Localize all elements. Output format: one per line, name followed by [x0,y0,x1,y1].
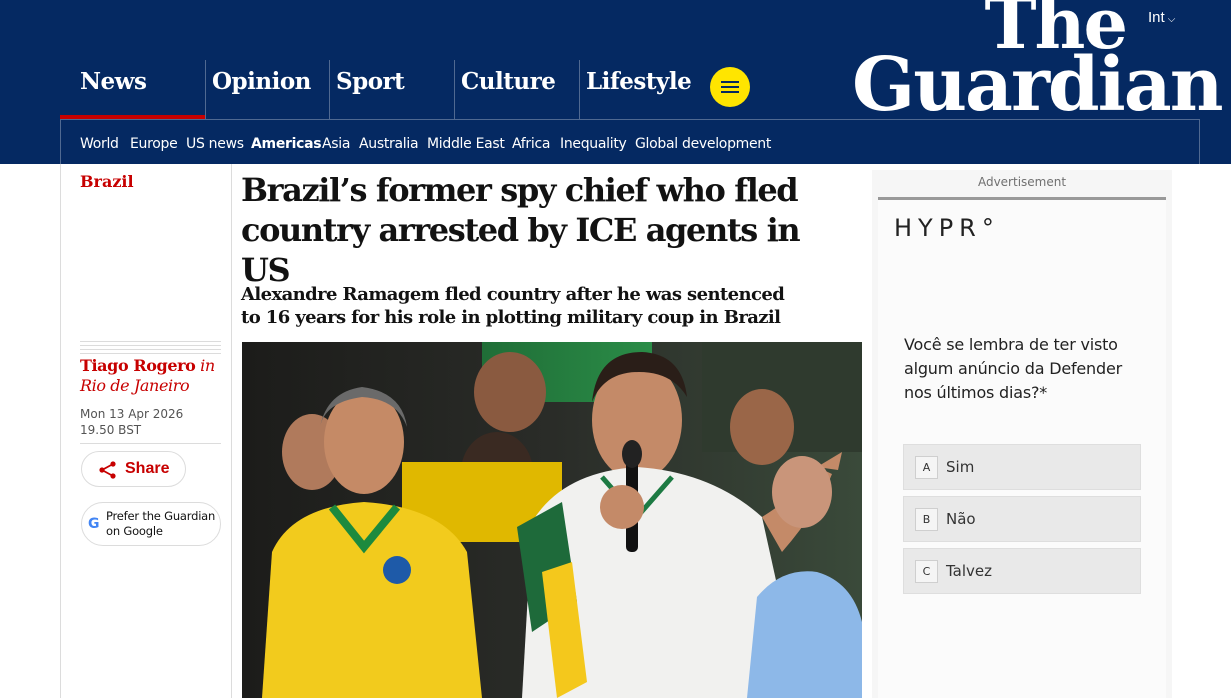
hero-photo [242,342,862,698]
subnav-asia[interactable]: Asia [322,136,350,152]
pillar-label: Lifestyle [586,68,692,95]
hamburger-icon-bar [721,86,739,88]
subnav-us-news[interactable]: US news [186,136,244,152]
pillar-lifestyle[interactable]: Lifestyle [579,60,705,119]
subnav-world[interactable]: World [80,136,119,152]
article-headline: Brazil’s former spy chief who fled count… [241,171,801,289]
subnav-europe[interactable]: Europe [130,136,178,152]
advertisement: Advertisement HYPR° Você se lembra de te… [872,170,1172,698]
subnav-australia[interactable]: Australia [359,136,419,152]
google-label: Prefer the Guardian on Google [106,509,216,538]
ad-brand-logo: HYPR° [894,214,1000,242]
publish-date: Mon 13 Apr 2026 19.50 BST [80,407,184,437]
article-standfirst: Alexandre Ramagem fled country after he … [241,284,785,328]
masthead: Int ⌵ The Guardian News Opinion Sport Cul… [0,0,1231,164]
ad-option-a[interactable]: A Sim [903,444,1141,490]
rule [80,345,221,346]
rule [80,349,221,350]
hamburger-icon [721,81,739,83]
section-label[interactable]: Brazil [80,172,134,191]
byline: Tiago Rogero in Rio de Janeiro [80,356,230,396]
author-name[interactable]: Tiago Rogero [80,356,196,375]
hamburger-icon-bar [721,91,739,93]
option-key: B [915,508,938,531]
meta-rules [80,341,221,357]
logo-line-2: Guardian [852,42,1224,129]
pillar-opinion[interactable]: Opinion [205,60,329,119]
ad-option-c[interactable]: C Talvez [903,548,1141,594]
menu-button[interactable] [710,67,750,107]
pillar-culture[interactable]: Culture [454,60,580,119]
share-button[interactable]: Share [81,451,186,487]
google-icon: G [88,516,100,532]
option-label: Sim [946,458,975,476]
pillar-label: News [80,68,147,95]
option-label: Talvez [946,562,993,580]
pillar-label: Culture [461,68,556,95]
ad-content[interactable]: HYPR° Você se lembra de ter visto algum … [878,200,1166,698]
pillar-sport[interactable]: Sport [329,60,455,119]
sub-navigation: World Europe US news Americas Asia Austr… [60,119,1200,164]
column-rule [60,164,61,698]
location: Rio de Janeiro [80,376,190,395]
rule [80,353,221,354]
option-key: C [915,560,938,583]
ad-question: Você se lembra de ter visto algum anúnci… [904,335,1122,402]
subnav-africa[interactable]: Africa [512,136,550,152]
subnav-middle-east[interactable]: Middle East [427,136,505,152]
column-rule [231,164,232,698]
guardian-logo[interactable]: The Guardian [852,0,1224,129]
share-icon [99,461,116,479]
ad-option-b[interactable]: B Não [903,496,1141,542]
subnav-inequality[interactable]: Inequality [560,136,627,152]
subnav-americas[interactable]: Americas [251,136,322,152]
pillar-news[interactable]: News [60,60,219,119]
hero-image[interactable] [242,342,862,698]
location-prefix: in [200,356,215,375]
share-label: Share [125,460,170,477]
divider [80,443,221,444]
rule [80,341,221,342]
prefer-on-google-button[interactable]: G Prefer the Guardian on Google [81,502,221,546]
option-label: Não [946,510,976,528]
subnav-global-development[interactable]: Global development [635,136,771,152]
ad-label: Advertisement [977,175,1067,189]
pillar-label: Opinion [212,68,311,95]
pillar-label: Sport [336,68,405,95]
option-key: A [915,456,938,479]
